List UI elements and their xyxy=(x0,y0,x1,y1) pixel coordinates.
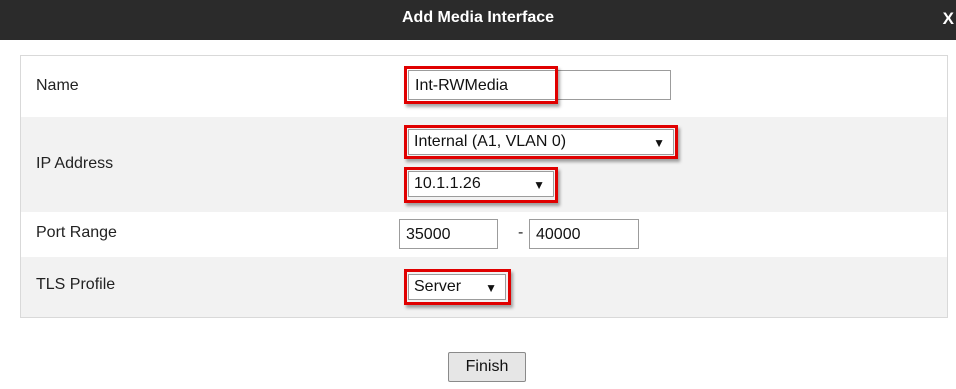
port-range-row: Port Range 35000 - 40000 xyxy=(21,212,947,257)
tls-profile-row: TLS Profile Server ▼ xyxy=(21,257,947,317)
tls-profile-select[interactable]: Server ▼ xyxy=(408,274,506,300)
ip-address-label: IP Address xyxy=(36,155,114,172)
tls-profile-dropdown-icon: ▼ xyxy=(485,281,497,295)
ip-address-row: IP Address Internal (A1, VLAN 0) ▼ 10.1.… xyxy=(21,117,947,212)
port-start-input[interactable]: 35000 xyxy=(399,219,498,249)
interface-select-value: Internal (A1, VLAN 0) xyxy=(414,133,567,150)
name-input[interactable]: Int-RWMedia xyxy=(408,70,671,100)
port-range-label: Port Range xyxy=(36,224,117,241)
ip-select[interactable]: 10.1.1.26 ▼ xyxy=(408,171,554,197)
name-label: Name xyxy=(36,77,79,94)
dialog-titlebar: Add Media Interface X xyxy=(0,0,956,40)
port-range-separator: - xyxy=(518,224,524,241)
interface-dropdown-icon: ▼ xyxy=(653,136,665,150)
ip-dropdown-icon: ▼ xyxy=(533,178,545,192)
finish-button[interactable]: Finish xyxy=(448,352,526,382)
ip-select-value: 10.1.1.26 xyxy=(414,175,481,192)
tls-profile-label: TLS Profile xyxy=(36,276,116,293)
interface-select[interactable]: Internal (A1, VLAN 0) ▼ xyxy=(408,129,674,155)
media-interface-form: Name Int-RWMedia IP Address Internal (A1… xyxy=(20,55,948,318)
tls-profile-select-value: Server xyxy=(414,278,462,295)
dialog-title: Add Media Interface xyxy=(401,9,555,26)
close-icon[interactable]: X xyxy=(943,9,954,29)
name-row: Name Int-RWMedia xyxy=(21,56,947,117)
port-end-input[interactable]: 40000 xyxy=(529,219,639,249)
